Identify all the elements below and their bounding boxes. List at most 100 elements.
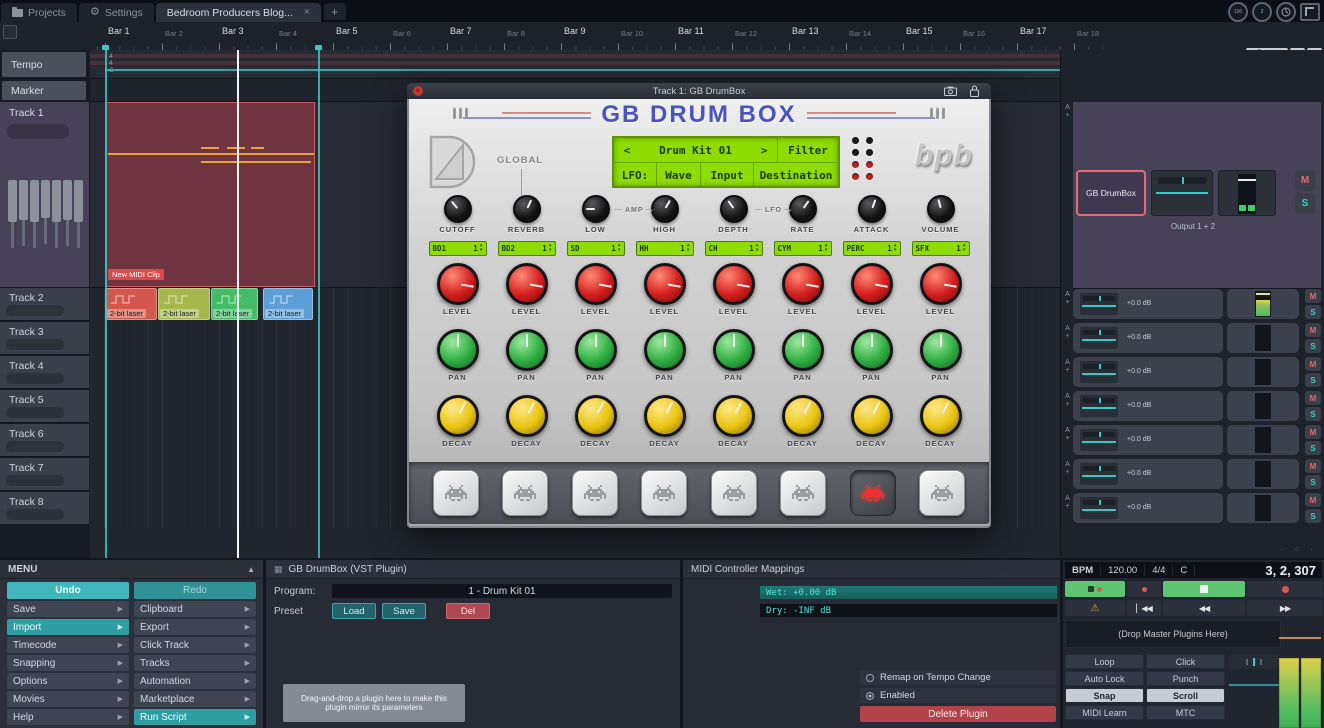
tempo-curve[interactable] [105, 69, 1060, 71]
level-knob[interactable] [437, 263, 479, 305]
selector-spinner-icon[interactable]: ▲▼ [825, 244, 828, 253]
drum-pad-8[interactable] [919, 470, 965, 516]
play-from-start-button[interactable] [1065, 581, 1125, 597]
remap-option[interactable]: Remap on Tempo Change [860, 670, 1056, 685]
depth-knob[interactable] [720, 195, 748, 223]
pan-knob[interactable] [575, 329, 617, 371]
toggle-mtc[interactable]: MTC [1146, 705, 1225, 720]
pan-widget[interactable] [1080, 463, 1118, 485]
fast-forward-button[interactable]: ▶▶ [1247, 600, 1323, 616]
marker-lane-header[interactable]: Marker [2, 81, 86, 100]
toggle-punch[interactable]: Punch [1146, 671, 1225, 686]
tab-bedroom-producers-blog[interactable]: Bedroom Producers Blog...× [156, 3, 321, 22]
count-knob-icon[interactable]: 2 [1252, 2, 1272, 22]
channel-selector-perc[interactable]: PERC1▲▼ [843, 241, 901, 256]
playhead[interactable] [237, 50, 239, 558]
midi-clip[interactable]: New MIDI Clip [105, 102, 315, 287]
piano-keys-icon[interactable] [6, 180, 80, 280]
mute-button[interactable]: M [1305, 289, 1321, 303]
master-fader-line[interactable] [1229, 684, 1279, 686]
volume-knob[interactable] [927, 195, 955, 223]
pan-widget[interactable] [1080, 429, 1118, 451]
toggle-loop[interactable]: Loop [1065, 654, 1144, 669]
cutoff-knob[interactable] [444, 195, 472, 223]
pan-knob[interactable] [920, 329, 962, 371]
menu-item-click-track[interactable]: Click Track▶ [134, 637, 256, 653]
track-1-name-pill[interactable] [7, 124, 69, 139]
kit-prev-button[interactable]: < [614, 138, 640, 162]
pan-knob[interactable] [437, 329, 479, 371]
solo-button[interactable]: S [1305, 509, 1321, 523]
skip-to-start-button[interactable]: ▏◀◀ [1127, 600, 1161, 616]
track-header-1[interactable]: Track 1 [0, 102, 89, 288]
selector-spinner-icon[interactable]: ▲▼ [687, 244, 690, 253]
track-control-row-7[interactable]: A++0.0 dBMS [1073, 458, 1321, 491]
pan-widget[interactable] [1080, 293, 1118, 315]
menu-item-snapping[interactable]: Snapping▶ [7, 655, 129, 671]
selector-spinner-icon[interactable]: ▲▼ [549, 244, 552, 253]
audio-clip-1[interactable]: 2-bit laser [105, 288, 157, 320]
track-name-pill[interactable] [6, 339, 64, 350]
track-1-volume-pan[interactable] [1151, 170, 1213, 216]
tab-projects[interactable]: Projects [1, 3, 77, 22]
tempo-lane-header[interactable]: Tempo [2, 52, 86, 77]
menu-item-timecode[interactable]: Timecode▶ [7, 637, 129, 653]
track-name-pill[interactable] [6, 305, 64, 316]
selector-spinner-icon[interactable]: ▲▼ [894, 244, 897, 253]
selector-spinner-icon[interactable]: ▲▼ [480, 244, 483, 253]
level-knob[interactable] [782, 263, 824, 305]
pan-widget[interactable] [1080, 361, 1118, 383]
menu-item-run-script[interactable]: Run Script▶ [134, 709, 256, 725]
decay-knob[interactable] [782, 395, 824, 437]
drum-pad-1[interactable] [433, 470, 479, 516]
solo-button[interactable]: S [1305, 305, 1321, 319]
wet-level-slider[interactable]: Wet: +0.00 dB [760, 586, 1057, 599]
reverb-knob[interactable] [513, 195, 541, 223]
decay-knob[interactable] [920, 395, 962, 437]
automation-marker[interactable]: A+ [1063, 393, 1072, 410]
time-sig-value[interactable]: 4/4 [1145, 565, 1173, 576]
new-tab-button[interactable]: + [324, 3, 346, 20]
audio-clip-2[interactable]: 2-bit laser [158, 288, 210, 320]
redo-button[interactable]: Redo [134, 582, 256, 599]
track-header-6[interactable]: Track 6 [0, 424, 89, 457]
solo-button[interactable]: S [1305, 339, 1321, 353]
camera-icon[interactable] [944, 86, 957, 99]
level-knob[interactable] [713, 263, 755, 305]
audio-clip-3[interactable]: 2-bit laser [211, 288, 258, 320]
menu-item-options[interactable]: Options▶ [7, 673, 129, 689]
toggle-snap[interactable]: Snap [1065, 688, 1144, 703]
channel-selector-sd[interactable]: SD1▲▼ [567, 241, 625, 256]
solo-button[interactable]: S [1305, 441, 1321, 455]
automation-marker[interactable]: A+ [1063, 359, 1072, 376]
solo-button[interactable]: S [1305, 373, 1321, 387]
selector-spinner-icon[interactable]: ▲▼ [618, 244, 621, 253]
pan-knob[interactable] [644, 329, 686, 371]
attack-knob[interactable] [858, 195, 886, 223]
record-button[interactable] [1247, 581, 1323, 597]
preset-delete-button[interactable]: Del [446, 603, 490, 619]
tab-settings[interactable]: ⚙Settings [79, 3, 154, 22]
record-arm-button[interactable] [1127, 581, 1161, 597]
mute-button[interactable]: M [1305, 323, 1321, 337]
menu-item-clipboard[interactable]: Clipboard▶ [134, 601, 256, 617]
selector-spinner-icon[interactable]: ▲▼ [756, 244, 759, 253]
track-control-row-4[interactable]: A++0.0 dBMS [1073, 356, 1321, 389]
delete-plugin-button[interactable]: Delete Plugin [860, 706, 1056, 722]
zoom-controls[interactable]: · ⁘ · [1281, 545, 1317, 554]
channel-selector-bd2[interactable]: BD21▲▼ [498, 241, 556, 256]
drum-pad-3[interactable] [572, 470, 618, 516]
master-plugin-dropzone[interactable]: (Drop Master Plugins Here) [1065, 620, 1281, 648]
automation-marker[interactable]: A+ [1063, 495, 1072, 512]
decay-knob[interactable] [437, 395, 479, 437]
menu-item-marketplace[interactable]: Marketplace▶ [134, 691, 256, 707]
bpm-value[interactable]: 120.00 [1101, 565, 1145, 576]
position-display[interactable]: 3, 2, 307 [1265, 563, 1322, 578]
track-name-pill[interactable] [6, 373, 64, 384]
menu-item-movies[interactable]: Movies▶ [7, 691, 129, 707]
track-header-2[interactable]: Track 2 [0, 288, 89, 321]
track-1-controls[interactable]: GB DrumBox M S Output 1 + 2 [1073, 102, 1321, 289]
key-value[interactable]: C [1173, 565, 1195, 576]
kit-next-button[interactable]: > [751, 138, 777, 162]
track-header-8[interactable]: Track 8 [0, 492, 89, 525]
